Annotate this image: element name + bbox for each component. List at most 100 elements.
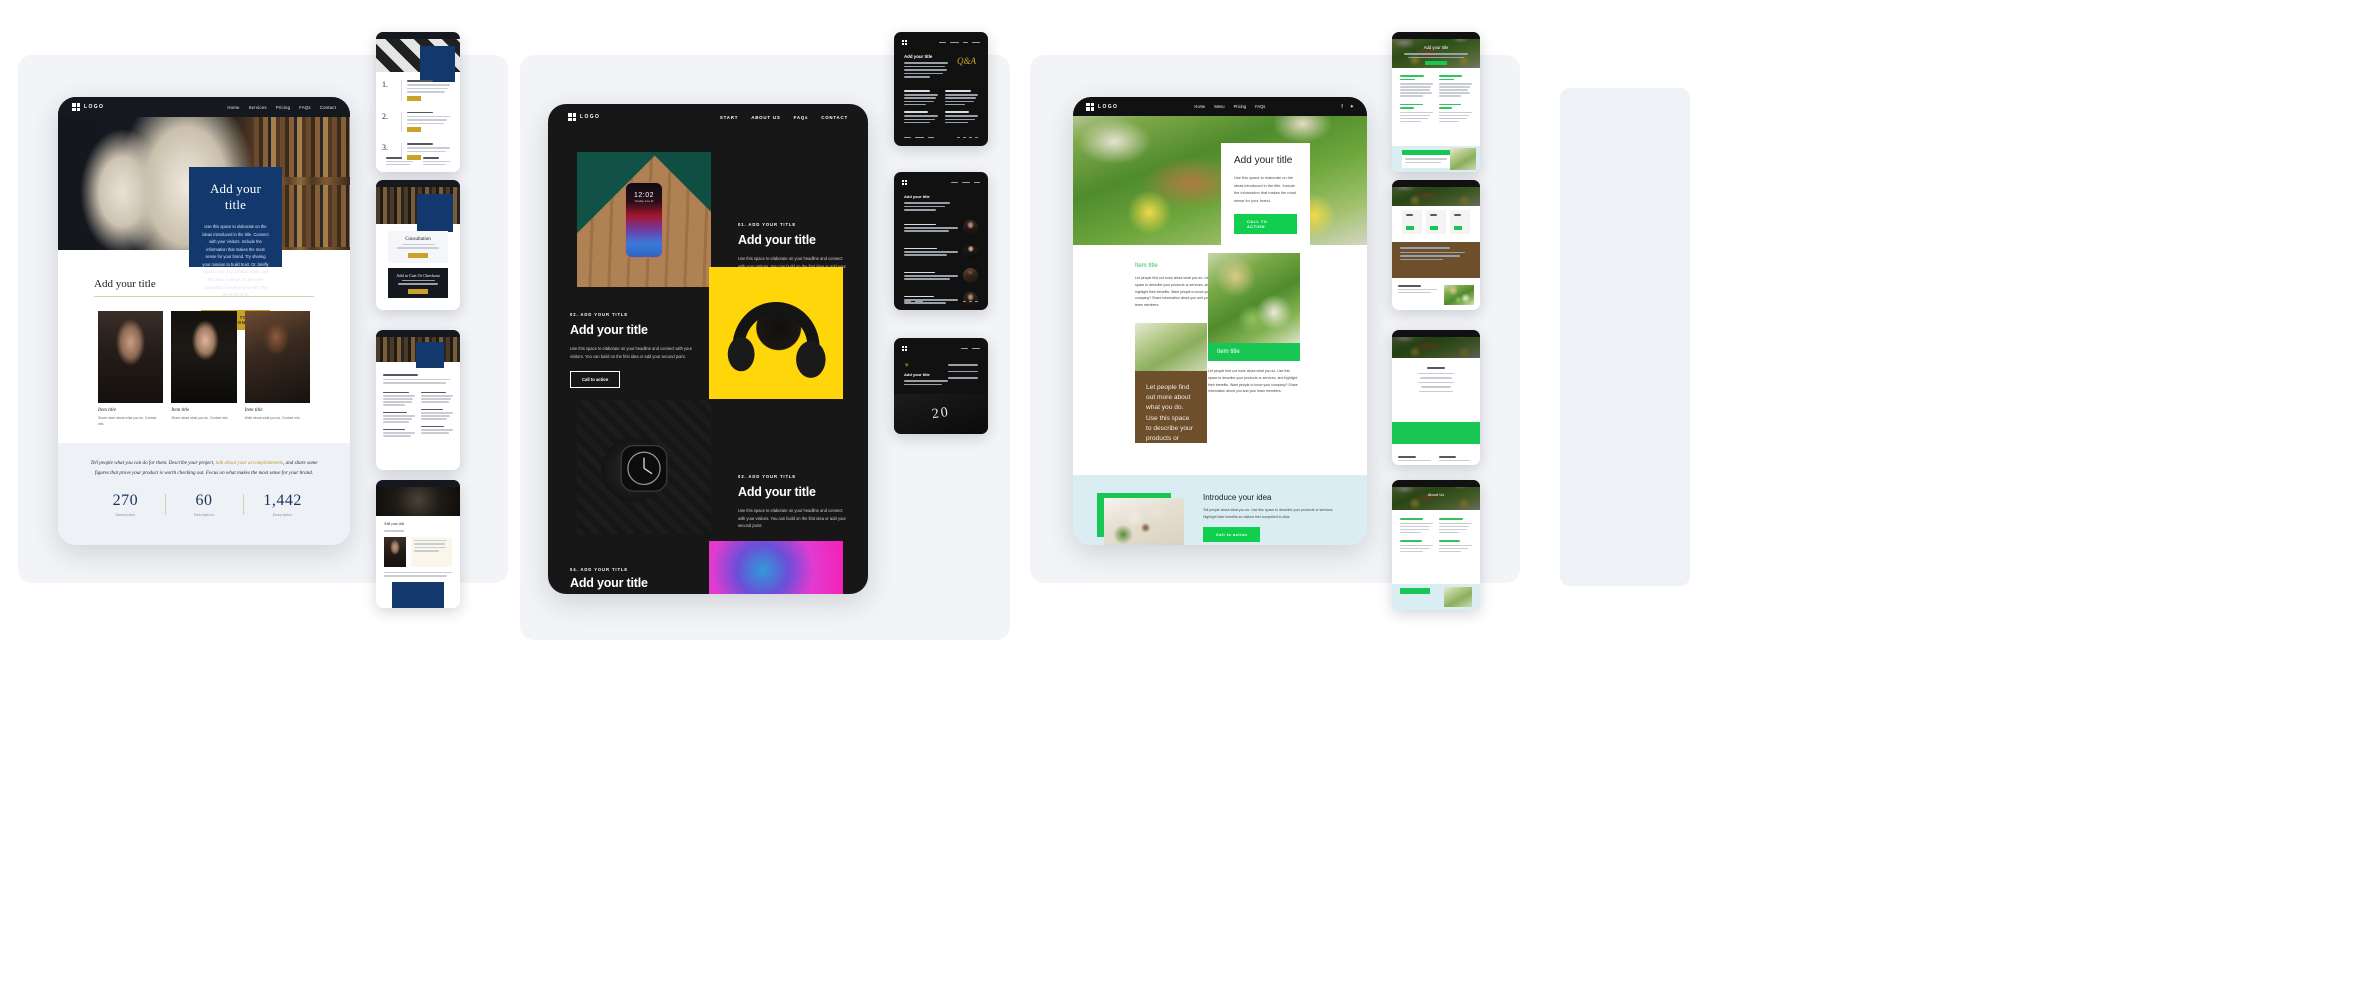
thumb-stat-number: 20 — [930, 404, 951, 423]
thumb-title: Add your title — [904, 194, 930, 199]
hero-card: Add your title Use this space to elabora… — [1221, 143, 1310, 247]
stat-value: 60 — [195, 491, 213, 509]
thumbnail-services-page[interactable]: 1. 2. 3. — [376, 32, 460, 172]
logo[interactable]: LOGO — [1086, 102, 1118, 111]
section-body: Use this space to elaborate on your head… — [570, 346, 692, 359]
thumb-cta[interactable] — [1425, 61, 1447, 65]
phone-date: Tuesday, June 23 — [634, 199, 654, 203]
qa-badge: Q&A — [957, 56, 976, 66]
logo-mark-icon — [902, 40, 907, 45]
list-number: 1. — [382, 80, 388, 89]
template2-section-4: 04. ADD YOUR TITLE Add your title — [570, 567, 700, 590]
thumb-navbar — [1392, 330, 1480, 337]
nav-links[interactable]: Home Services Pricing FAQs Contact — [227, 105, 336, 110]
thumb-cta[interactable] — [407, 127, 422, 132]
list-number: 3. — [382, 143, 388, 152]
bottom-section: Introduce your idea Tell people about wh… — [1073, 475, 1367, 545]
team-photo-2 — [171, 311, 237, 403]
thumb-navbar — [1392, 180, 1480, 187]
template3-device[interactable]: LOGO Home Menu Pricing FAQs f ✦ Add your… — [1073, 97, 1367, 545]
nav-item-home[interactable]: Home — [227, 105, 239, 110]
nav-item-start[interactable]: START — [720, 115, 738, 120]
section-title: Add your title — [570, 576, 648, 590]
stat-value: 270 — [112, 491, 139, 509]
template1-device[interactable]: LOGO Home Services Pricing FAQs Contact … — [58, 97, 350, 545]
thumb-navbar — [376, 180, 460, 187]
logo[interactable]: LOGO — [568, 113, 600, 121]
nav-item-faqs[interactable]: FAQs — [794, 115, 809, 120]
thumb-title: Add your title — [904, 54, 933, 59]
stat-item: 1,442 Description — [243, 492, 322, 517]
thumb-navbar — [376, 480, 460, 487]
nav-item-services[interactable]: Services — [249, 105, 267, 110]
thumbnail-menu-detail-page[interactable] — [1392, 330, 1480, 465]
hero-image-greens — [1073, 97, 1367, 245]
nav-item-faqs[interactable]: FAQs — [1255, 104, 1265, 109]
team-photo-1 — [98, 311, 164, 403]
hero-cta-button[interactable]: CALL TO ACTION — [1234, 214, 1297, 235]
nav-item-about-us[interactable]: ABOUT US — [751, 115, 780, 120]
thumb-title: Add your title — [384, 522, 405, 526]
nav-item-contact[interactable]: Contact — [320, 105, 336, 110]
section-cta-button[interactable]: Call to action — [570, 371, 621, 389]
bottom-text: Introduce your idea Tell people about wh… — [1203, 493, 1343, 542]
nav-item-menu[interactable]: Menu — [1214, 104, 1224, 109]
section-title: Add your title — [738, 233, 816, 247]
template3-navbar[interactable]: LOGO Home Menu Pricing FAQs f ✦ — [1073, 97, 1367, 116]
thumbnail-menu-pricing-page[interactable] — [1392, 180, 1480, 310]
nav-item-home[interactable]: Home — [1194, 104, 1205, 109]
thumbnail-about-green-page[interactable]: About Us — [1392, 480, 1480, 610]
stat-value: 1,442 — [263, 491, 302, 509]
section-body: Use this space to elaborate on your head… — [738, 508, 846, 529]
logo-text: LOGO — [580, 114, 601, 120]
template1-navbar[interactable]: LOGO Home Services Pricing FAQs Contact — [58, 97, 350, 117]
thumb-avatar — [963, 268, 978, 283]
item-title: Item title — [1135, 263, 1158, 269]
nav-item-pricing[interactable]: Pricing — [276, 105, 291, 110]
thumb-brown-block — [1392, 242, 1480, 278]
thumbnail-consultation-page[interactable]: Consultation Add to Cart Or Checkout — [376, 180, 460, 310]
thumbnail-article-page[interactable]: Add your title — [376, 480, 460, 608]
showcase-canvas: LOGO Home Services Pricing FAQs Contact … — [0, 0, 2354, 1002]
thumb-cta[interactable] — [407, 252, 429, 258]
watch-glyph-icon — [620, 444, 668, 492]
thumb-green-band — [1392, 422, 1480, 444]
thumbnail-stats-dark-page[interactable]: ☀ Add your title 20 — [894, 338, 988, 434]
thumbnail-faq-page[interactable] — [376, 330, 460, 470]
thumb-consultation-block: Consultation — [388, 231, 448, 263]
template2-navbar[interactable]: LOGO START ABOUT US FAQs CONTACT — [548, 104, 868, 130]
nav-item-faqs[interactable]: FAQs — [299, 105, 311, 110]
quote-part-1: Tell people what you can do for them. De… — [90, 460, 216, 466]
tablet-image — [709, 541, 843, 594]
bottom-title: Introduce your idea — [1203, 493, 1272, 502]
bottom-cta-button[interactable]: Call to action — [1203, 526, 1261, 542]
thumb-hero-card — [420, 46, 455, 82]
thumb-title: Add your title — [1423, 45, 1449, 50]
item-title: Item title — [98, 408, 116, 413]
nav-links[interactable]: Home Menu Pricing FAQs — [1194, 104, 1265, 109]
item-left: Item title Let people find out more abou… — [1135, 263, 1217, 309]
template2-device[interactable]: LOGO START ABOUT US FAQs CONTACT 12:02 T… — [548, 104, 868, 594]
item-desc: Share about what you do. Contact info. — [171, 416, 229, 420]
thumbnail-team-dark-page[interactable]: Add your title — [894, 172, 988, 310]
thumbnail-green-faq-page[interactable]: Add your title — [1392, 32, 1480, 172]
twitter-icon[interactable]: ✦ — [1350, 104, 1354, 110]
hero-card-title: Add your title — [1234, 155, 1293, 166]
stat-item: 60 Description — [164, 491, 244, 517]
nav-links[interactable]: START ABOUT US FAQs CONTACT — [720, 115, 848, 120]
thumb-avatar — [963, 292, 978, 307]
thumb-cta[interactable] — [407, 95, 422, 101]
logo[interactable]: LOGO — [72, 103, 104, 111]
section-eyebrow: 03. ADD YOUR TITLE — [738, 474, 797, 479]
brown-text-block: Let people find out more about what you … — [1135, 371, 1207, 443]
thumb-cta[interactable] — [407, 288, 429, 294]
nav-item-pricing[interactable]: Pricing — [1234, 104, 1247, 109]
item-title: Item title — [171, 408, 190, 413]
social-links[interactable]: f ✦ — [1341, 104, 1354, 110]
thumb-navbar — [376, 330, 460, 337]
logo-text: LOGO — [84, 104, 105, 110]
logo-mark-icon — [902, 180, 907, 185]
nav-item-contact[interactable]: CONTACT — [821, 115, 848, 120]
facebook-icon[interactable]: f — [1341, 104, 1342, 110]
thumbnail-qa-page[interactable]: Add your title Q&A — [894, 32, 988, 146]
